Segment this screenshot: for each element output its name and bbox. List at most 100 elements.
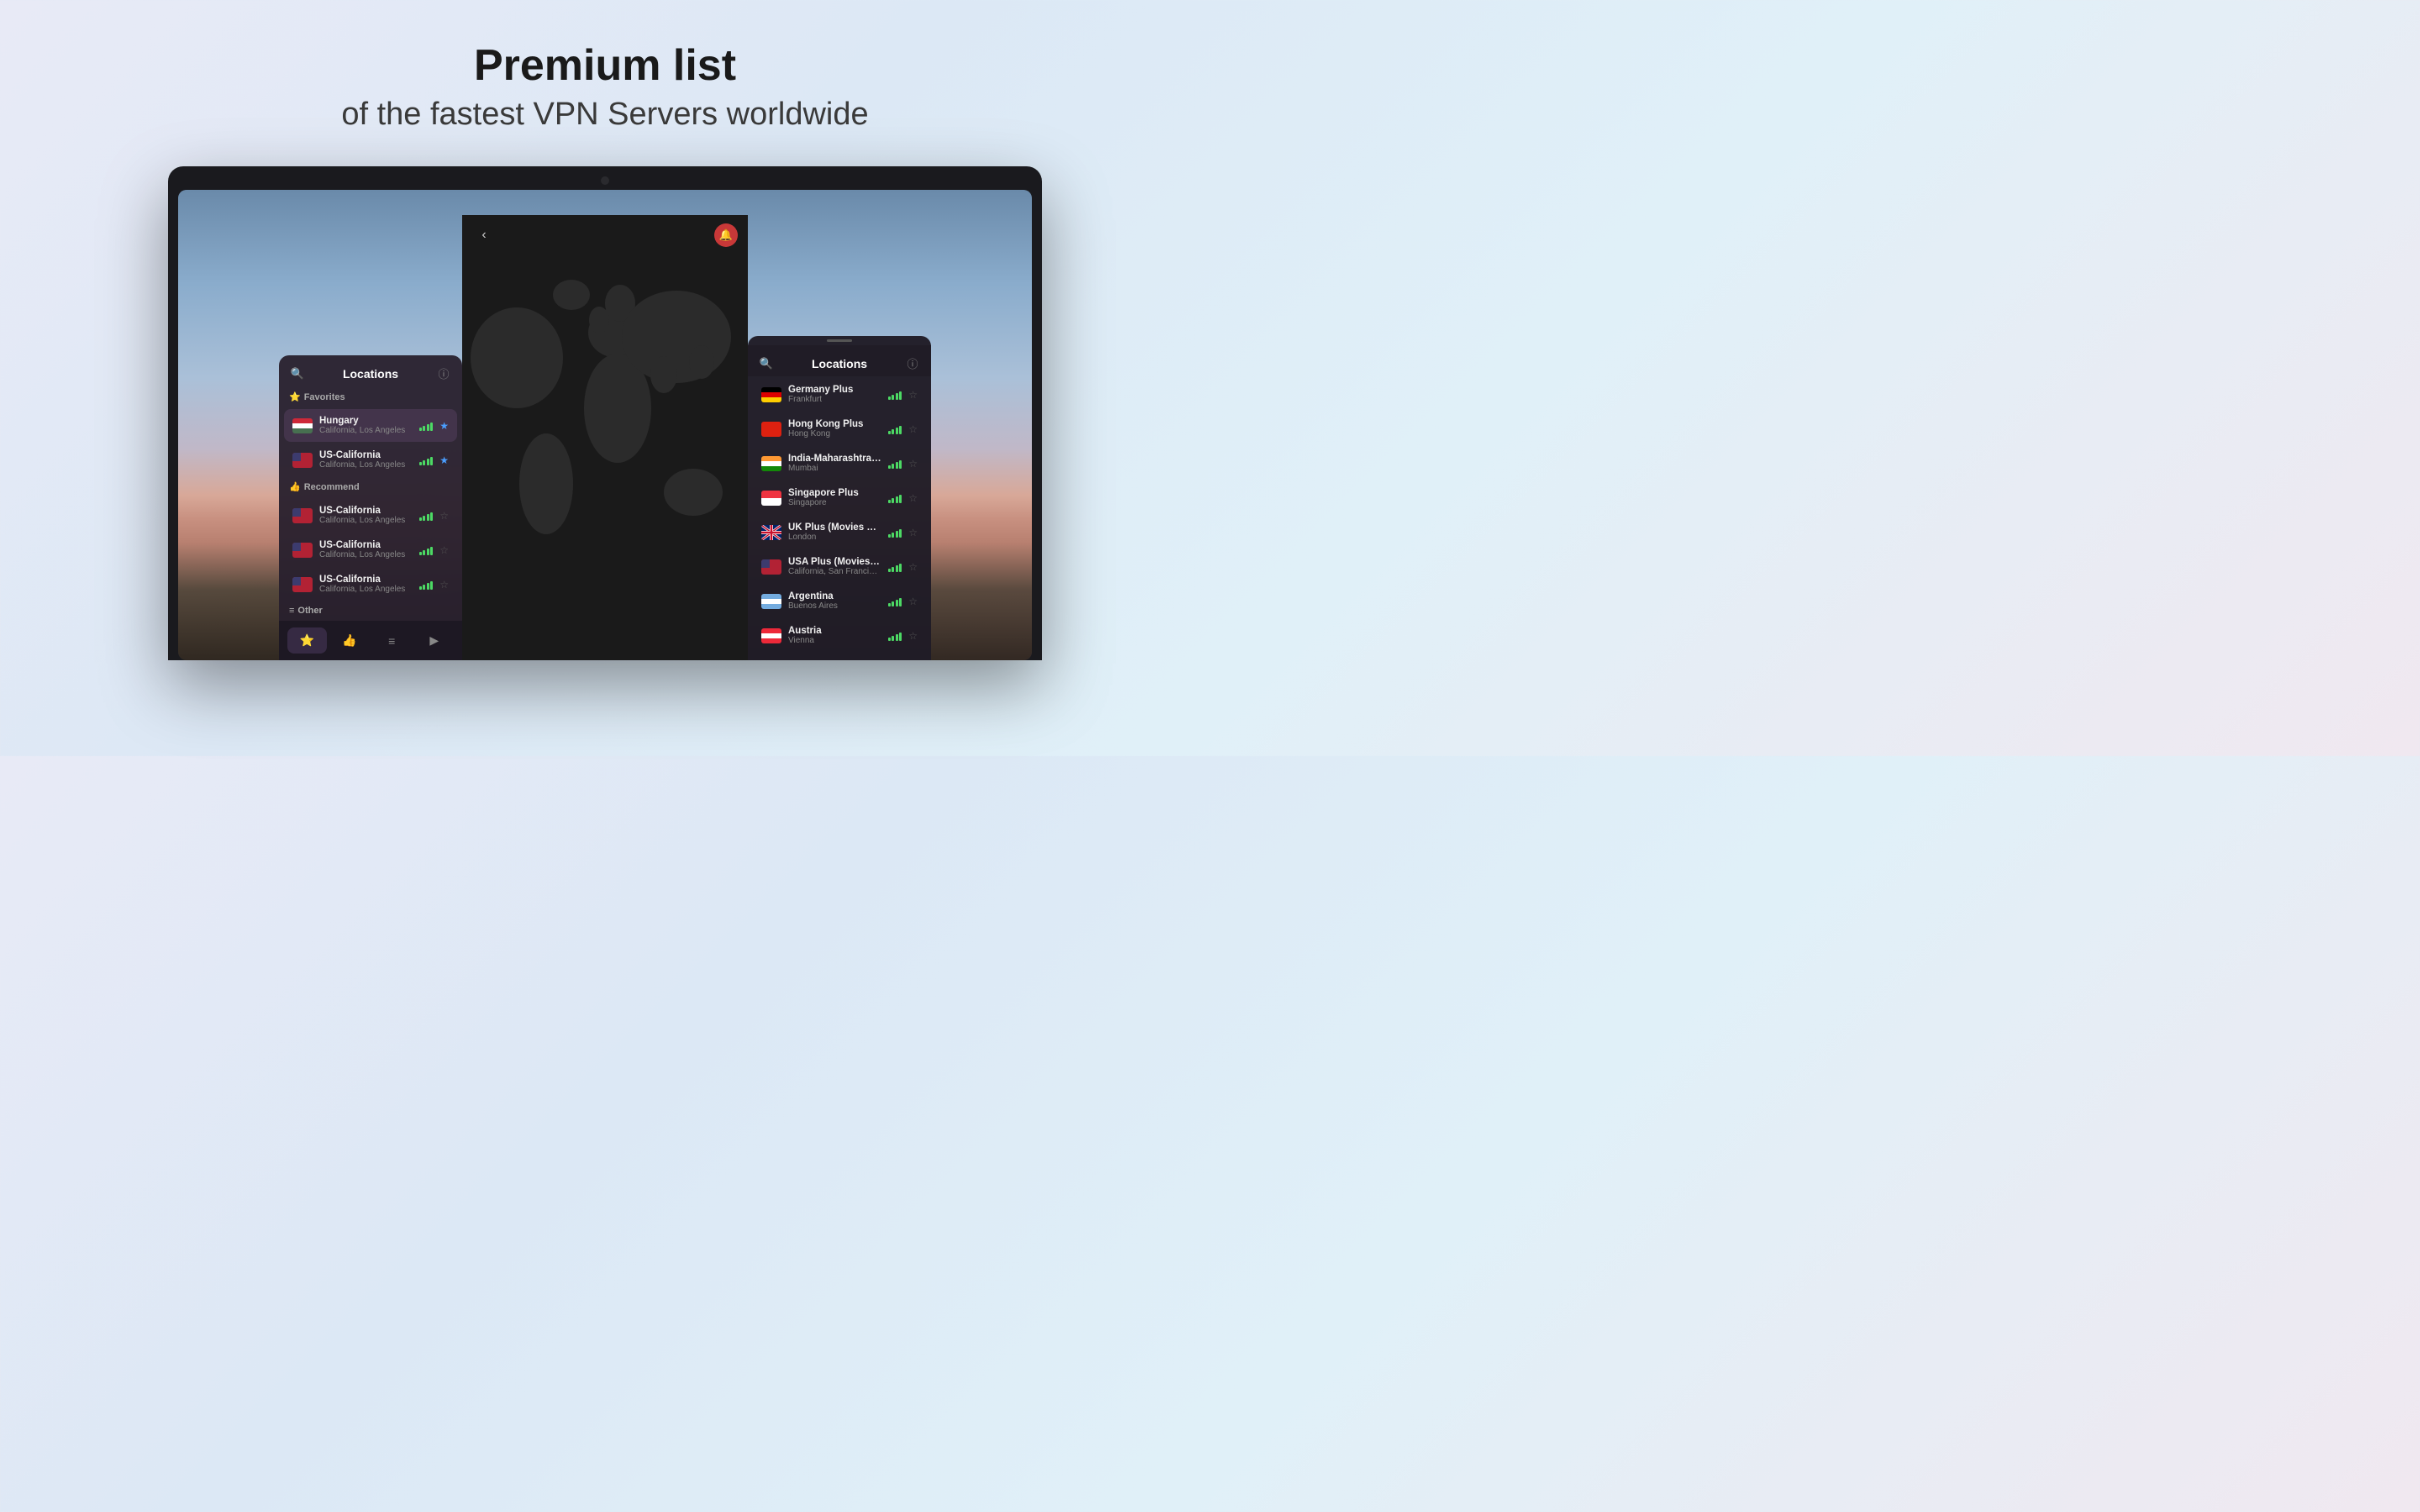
tab-favorites[interactable]: ⭐ — [287, 627, 327, 654]
location-germany-city: Frankfurt — [788, 395, 881, 404]
star-hungary[interactable]: ★ — [439, 420, 449, 432]
location-usa-plus-city: California, San Francisco — [788, 567, 881, 576]
flag-india — [761, 456, 781, 471]
location-hongkong[interactable]: Hong Kong Plus Hong Kong ☆ — [753, 412, 926, 445]
other-section-label: ≡ Other — [279, 602, 462, 621]
location-us-rec1-city: California, Los Angeles — [319, 516, 413, 525]
right-info-icon[interactable]: ⓘ — [904, 355, 921, 371]
left-search-icon[interactable]: 🔍 — [289, 367, 306, 381]
flag-usa-plus — [761, 559, 781, 575]
location-usa-plus-info: USA Plus (Movies & TV) California, San F… — [788, 557, 881, 576]
star-us-rec1[interactable]: ☆ — [439, 510, 449, 522]
flag-argentina — [761, 594, 781, 609]
location-us-rec3[interactable]: US-California California, Los Angeles ☆ — [284, 568, 457, 601]
flag-austria — [761, 628, 781, 643]
right-panel-title: Locations — [775, 357, 904, 370]
flag-uk — [761, 525, 781, 540]
location-uk-city: London — [788, 533, 881, 542]
location-usa-plus[interactable]: USA Plus (Movies & TV) California, San F… — [753, 550, 926, 583]
location-austria-name: Austria — [788, 626, 881, 636]
signal-singapore — [888, 493, 902, 503]
location-uk-name: UK Plus (Movies & TV) — [788, 522, 881, 533]
star-hongkong[interactable]: ☆ — [908, 423, 918, 435]
location-hungary[interactable]: Hungary California, Los Angeles ★ — [284, 409, 457, 442]
star-us-rec2[interactable]: ☆ — [439, 544, 449, 556]
flag-germany — [761, 387, 781, 402]
star-singapore[interactable]: ☆ — [908, 492, 918, 504]
location-us-rec2[interactable]: US-California California, Los Angeles ☆ — [284, 533, 457, 566]
location-hongkong-name: Hong Kong Plus — [788, 419, 881, 429]
recommend-section-label: 👍 Recommend — [279, 478, 462, 497]
location-hungary-city: California, Los Angeles — [319, 426, 413, 435]
laptop-camera — [601, 176, 609, 185]
signal-hongkong — [888, 424, 902, 434]
location-austria-city: Vienna — [788, 636, 881, 645]
page-subtitle: of the fastest VPN Servers worldwide — [341, 97, 868, 133]
panels-container: 🔍 Locations ⓘ ⭐ Favorites Hungary — [279, 215, 931, 660]
location-us-fav-name: US-California — [319, 450, 413, 460]
left-panel: 🔍 Locations ⓘ ⭐ Favorites Hungary — [279, 355, 462, 660]
laptop-body: 🔍 Locations ⓘ ⭐ Favorites Hungary — [168, 166, 1042, 660]
signal-india — [888, 459, 902, 469]
star-uk[interactable]: ☆ — [908, 527, 918, 538]
star-usa-plus[interactable]: ☆ — [908, 561, 918, 573]
location-austria[interactable]: Austria Vienna ☆ — [753, 619, 926, 652]
location-singapore-info: Singapore Plus Singapore — [788, 488, 881, 507]
star-austria[interactable]: ☆ — [908, 630, 918, 642]
signal-hungary — [419, 421, 434, 431]
signal-uk — [888, 528, 902, 538]
back-button[interactable]: ‹ — [472, 223, 496, 247]
star-us-rec3[interactable]: ☆ — [439, 579, 449, 591]
location-us-fav-city: California, Los Angeles — [319, 460, 413, 470]
recommend-icon: 👍 — [289, 481, 301, 492]
location-germany-name: Germany Plus — [788, 385, 881, 395]
location-us-rec1-name: US-California — [319, 506, 413, 516]
location-us-rec1[interactable]: US-California California, Los Angeles ☆ — [284, 499, 457, 532]
location-us-rec3-name: US-California — [319, 575, 413, 585]
flag-hungary — [292, 418, 313, 433]
left-info-icon[interactable]: ⓘ — [435, 365, 452, 381]
map-area: ‹ 🔔 — [462, 215, 748, 660]
signal-austria — [888, 631, 902, 641]
flag-singapore — [761, 491, 781, 506]
location-us-rec2-info: US-California California, Los Angeles — [319, 540, 413, 559]
flag-us-rec1 — [292, 508, 313, 523]
location-singapore-name: Singapore Plus — [788, 488, 881, 498]
location-hongkong-info: Hong Kong Plus Hong Kong — [788, 419, 881, 438]
location-us-rec3-city: California, Los Angeles — [319, 585, 413, 594]
location-us-rec3-info: US-California California, Los Angeles — [319, 575, 413, 594]
flag-us-fav — [292, 453, 313, 468]
laptop-screen: 🔍 Locations ⓘ ⭐ Favorites Hungary — [178, 190, 1032, 660]
flag-us-rec2 — [292, 543, 313, 558]
location-india-info: India-Maharashtra Plus Mumbai — [788, 454, 881, 473]
signal-us-rec1 — [419, 511, 434, 521]
location-uk-info: UK Plus (Movies & TV) London — [788, 522, 881, 542]
right-panel-scroll: Germany Plus Frankfurt ☆ — [748, 378, 931, 660]
location-singapore-city: Singapore — [788, 498, 881, 507]
location-argentina[interactable]: Argentina Buenos Aires ☆ — [753, 585, 926, 617]
signal-usa-plus — [888, 562, 902, 572]
location-us-fav[interactable]: US-California California, Los Angeles ★ — [284, 444, 457, 476]
signal-us-fav — [419, 455, 434, 465]
page-header: Premium list of the fastest VPN Servers … — [341, 0, 868, 158]
location-singapore[interactable]: Singapore Plus Singapore ☆ — [753, 481, 926, 514]
tab-media[interactable]: ▶ — [415, 627, 455, 654]
right-search-icon[interactable]: 🔍 — [758, 357, 775, 370]
left-panel-title: Locations — [306, 367, 435, 381]
star-us-fav[interactable]: ★ — [439, 454, 449, 466]
signal-germany — [888, 390, 902, 400]
notification-button[interactable]: 🔔 — [714, 223, 738, 247]
star-germany[interactable]: ☆ — [908, 389, 918, 401]
star-argentina[interactable]: ☆ — [908, 596, 918, 607]
star-india[interactable]: ☆ — [908, 458, 918, 470]
location-hongkong-city: Hong Kong — [788, 429, 881, 438]
location-us-fav-info: US-California California, Los Angeles — [319, 450, 413, 470]
right-panel-header: 🔍 Locations ⓘ — [748, 345, 931, 376]
location-uk[interactable]: UK Plus (Movies & TV) London ☆ — [753, 516, 926, 549]
tab-recommend[interactable]: 👍 — [330, 627, 370, 654]
location-india[interactable]: India-Maharashtra Plus Mumbai ☆ — [753, 447, 926, 480]
location-hungary-name: Hungary — [319, 416, 413, 426]
drag-handle — [827, 339, 852, 342]
tab-list[interactable]: ≡ — [372, 627, 412, 654]
location-germany[interactable]: Germany Plus Frankfurt ☆ — [753, 378, 926, 411]
